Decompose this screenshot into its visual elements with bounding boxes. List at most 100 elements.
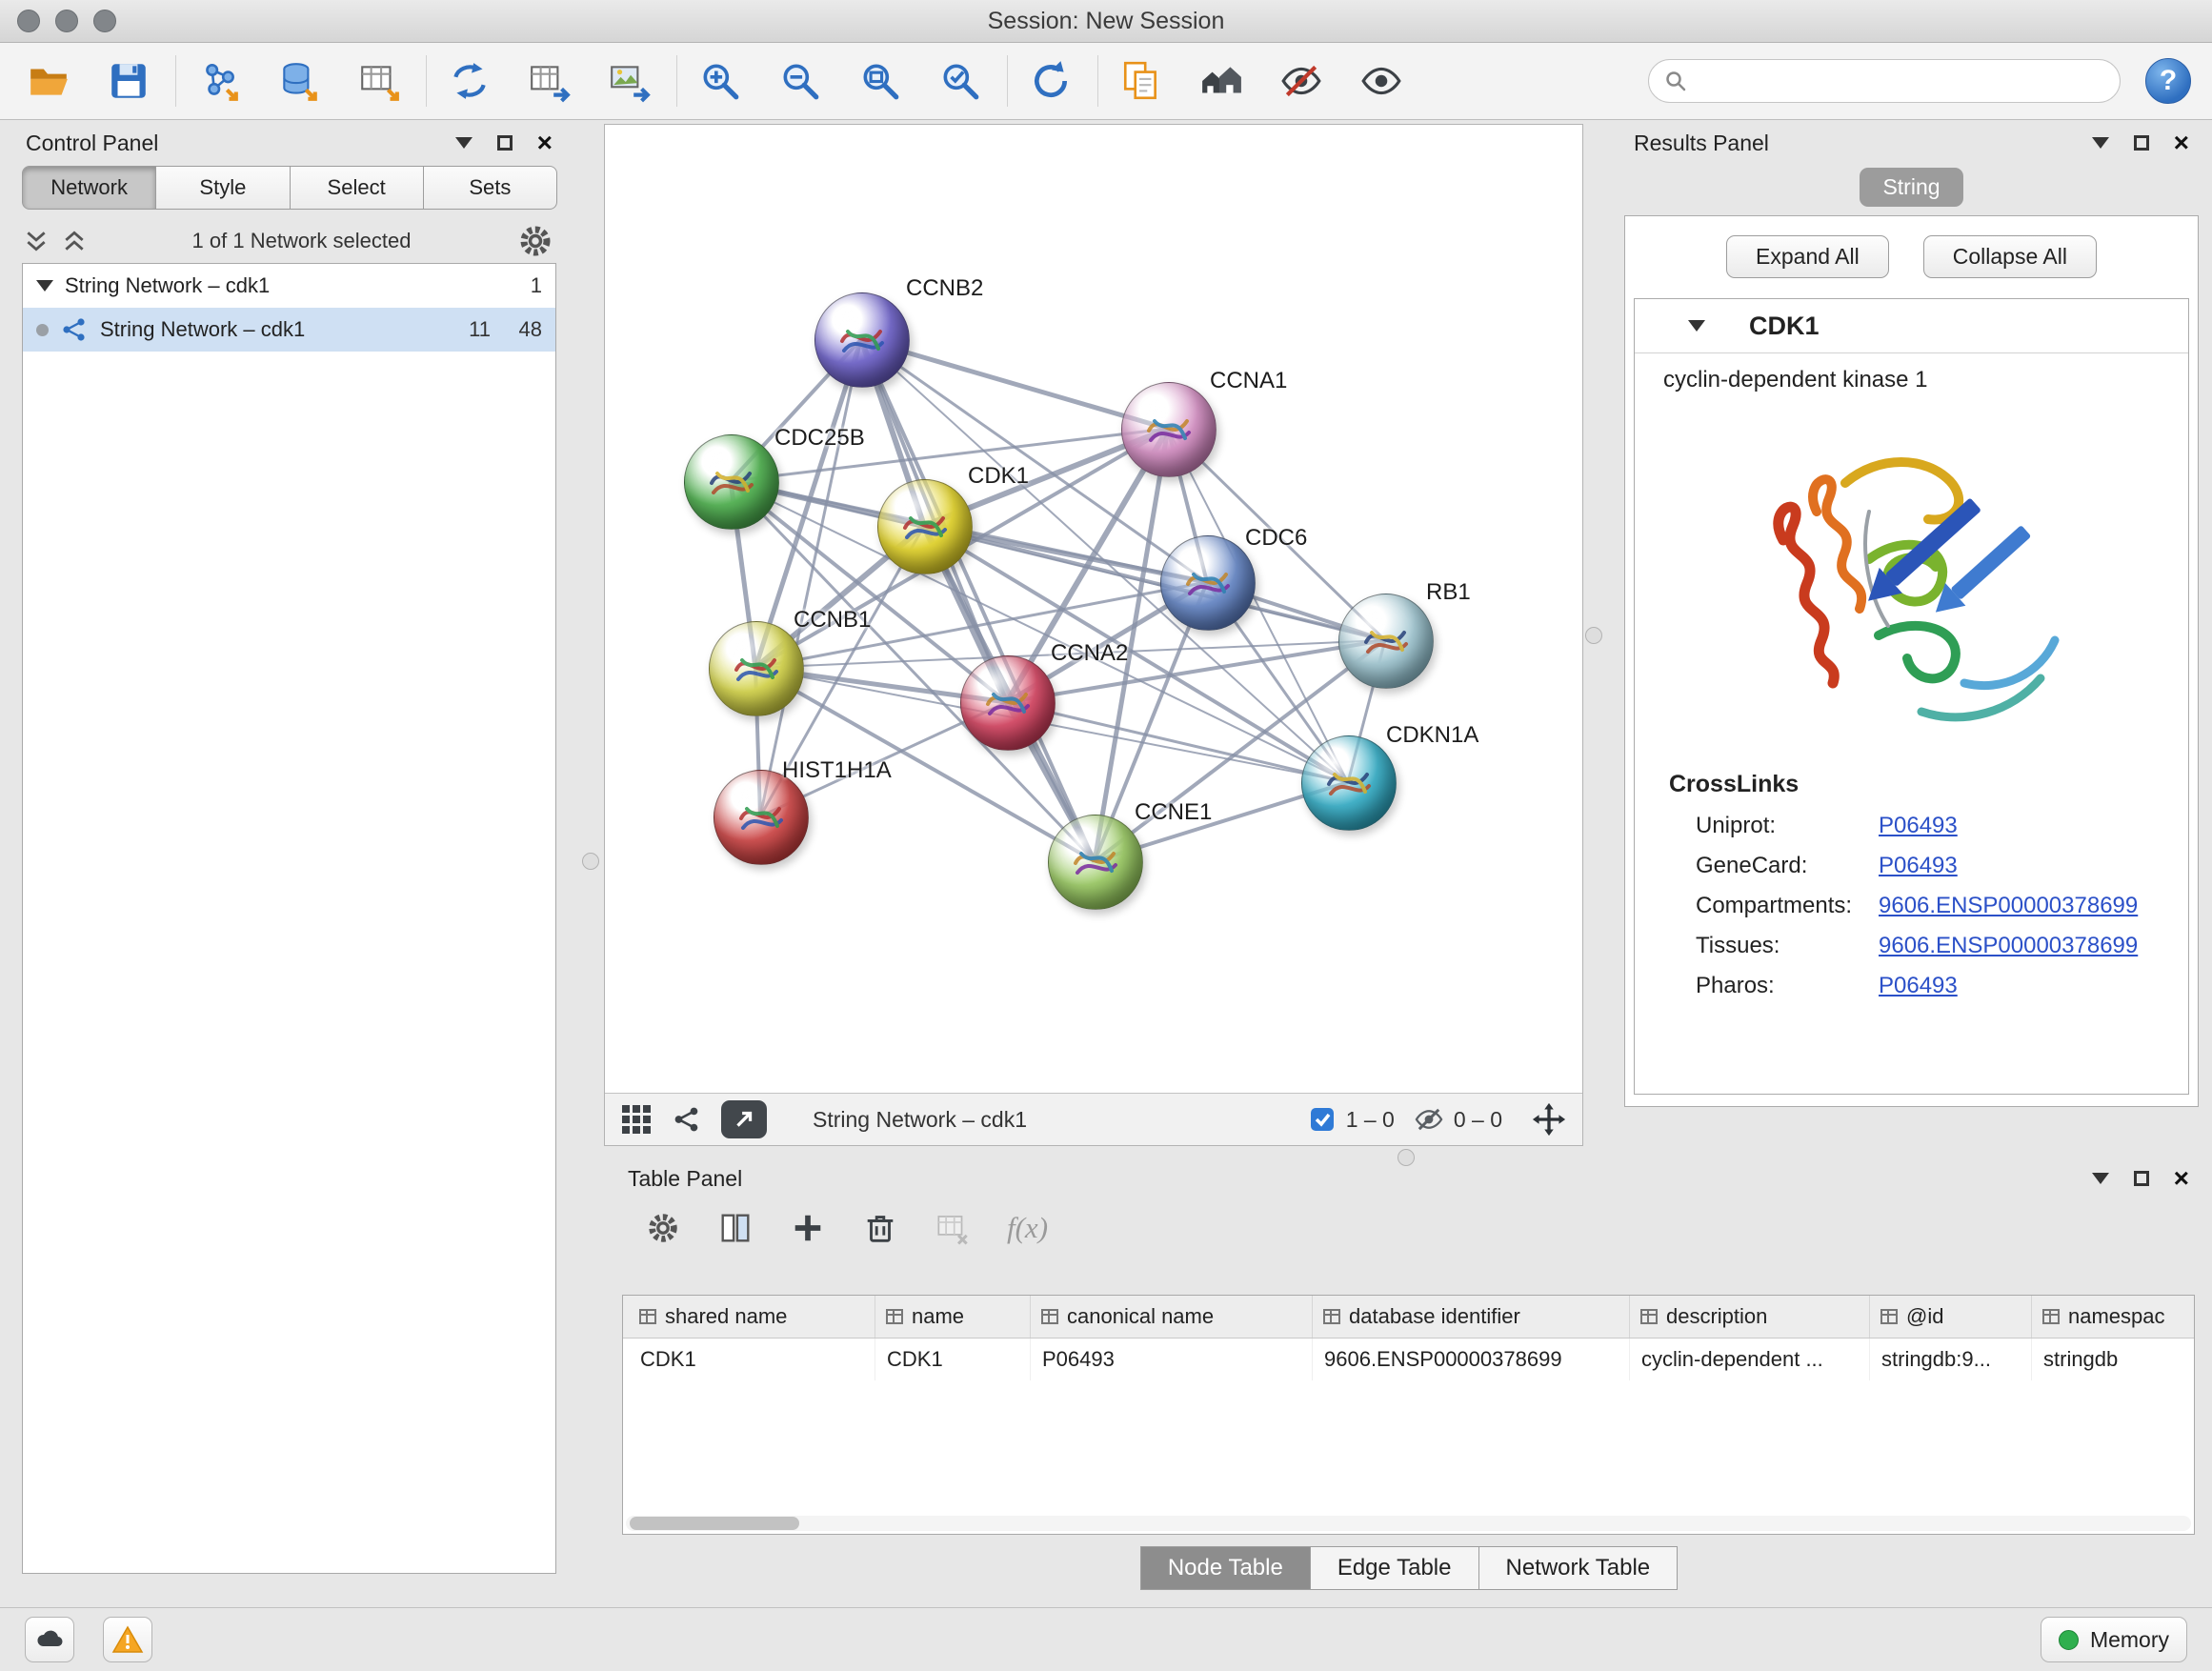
column-header-name[interactable]: name — [875, 1296, 1031, 1338]
network-collection-row[interactable]: String Network – cdk1 1 — [23, 264, 555, 308]
tab-string[interactable]: String — [1860, 168, 1962, 207]
network-node-ccna2[interactable] — [960, 655, 1056, 751]
help-icon[interactable]: ? — [2145, 58, 2191, 104]
network-edge[interactable] — [1007, 702, 1348, 782]
tab-node-table[interactable]: Node Table — [1140, 1546, 1311, 1590]
birds-eye-view-icon[interactable] — [620, 1103, 653, 1136]
splitter-handle[interactable] — [582, 853, 599, 870]
crosslink-link[interactable]: P06493 — [1879, 973, 1967, 999]
save-session-icon[interactable] — [101, 53, 156, 109]
collapse-all-button[interactable]: Collapse All — [1923, 235, 2097, 278]
network-edge[interactable] — [861, 339, 1095, 861]
add-column-icon[interactable] — [790, 1210, 826, 1246]
table-cell-namespac[interactable]: stringdb — [2032, 1339, 2195, 1380]
column-header-description[interactable]: description — [1630, 1296, 1870, 1338]
float-panel-icon[interactable] — [2134, 1171, 2149, 1186]
warnings-button[interactable] — [103, 1617, 152, 1662]
close-panel-icon[interactable]: × — [2174, 130, 2189, 156]
table-cell-canonical-name[interactable]: P06493 — [1031, 1339, 1313, 1380]
table-cell-name[interactable]: CDK1 — [875, 1339, 1031, 1380]
open-documentation-icon[interactable] — [1114, 53, 1169, 109]
expand-all-button[interactable]: Expand All — [1726, 235, 1889, 278]
network-node-hist1h1a[interactable] — [714, 770, 809, 865]
panel-menu-icon[interactable] — [2092, 1173, 2109, 1184]
column-header-id[interactable]: @id — [1870, 1296, 2032, 1338]
hide-graphics-details-icon[interactable] — [1274, 53, 1329, 109]
select-columns-icon[interactable] — [717, 1210, 754, 1246]
close-panel-icon[interactable]: × — [537, 130, 553, 156]
crosslink-link[interactable]: 9606.ENSP00000378699 — [1879, 933, 2147, 959]
close-window-button[interactable] — [17, 10, 40, 32]
tab-edge-table[interactable]: Edge Table — [1310, 1546, 1479, 1590]
horizontal-scrollbar[interactable] — [626, 1516, 2191, 1531]
table-cell-id[interactable]: stringdb:9... — [1870, 1339, 2032, 1380]
network-icon[interactable] — [672, 1104, 702, 1135]
export-image-icon[interactable] — [602, 53, 657, 109]
crosslink-link[interactable]: P06493 — [1879, 813, 1967, 839]
column-header-database-identifier[interactable]: database identifier — [1313, 1296, 1630, 1338]
memory-button[interactable]: Memory — [2041, 1617, 2187, 1662]
table-cell-database-identifier[interactable]: 9606.ENSP00000378699 — [1313, 1339, 1630, 1380]
column-header-shared-name[interactable]: shared name — [629, 1296, 875, 1338]
export-table-icon[interactable] — [522, 53, 577, 109]
import-network-database-icon[interactable] — [271, 53, 327, 109]
crosslink-link[interactable]: 9606.ENSP00000378699 — [1879, 893, 2147, 919]
panel-menu-icon[interactable] — [455, 137, 473, 149]
tab-network-table[interactable]: Network Table — [1478, 1546, 1679, 1590]
float-panel-icon[interactable] — [497, 135, 513, 151]
disclosure-triangle-icon[interactable] — [36, 280, 53, 292]
scrollbar-thumb[interactable] — [630, 1517, 799, 1530]
delete-column-icon[interactable] — [862, 1210, 898, 1246]
show-graphics-details-icon[interactable] — [1354, 53, 1409, 109]
cloud-button[interactable] — [25, 1617, 74, 1662]
selected-checkbox-icon[interactable] — [1308, 1105, 1337, 1134]
zoom-fit-content-icon[interactable] — [853, 53, 908, 109]
network-node-cdc6[interactable] — [1160, 535, 1256, 631]
zoom-in-icon[interactable] — [693, 53, 748, 109]
network-node-ccna1[interactable] — [1121, 382, 1217, 477]
column-header-namespac[interactable]: namespac — [2032, 1296, 2195, 1338]
column-header-canonical-name[interactable]: canonical name — [1031, 1296, 1313, 1338]
table-cell-description[interactable]: cyclin-dependent ... — [1630, 1339, 1870, 1380]
gene-section-header[interactable]: CDK1 — [1635, 299, 2188, 353]
import-table-file-icon[interactable] — [352, 53, 407, 109]
tab-network[interactable]: Network — [22, 166, 156, 210]
pan-crosshair-icon[interactable] — [1531, 1101, 1567, 1137]
network-node-ccne1[interactable] — [1048, 815, 1143, 910]
open-in-new-window-button[interactable] — [721, 1100, 767, 1138]
zoom-window-button[interactable] — [93, 10, 116, 32]
panel-menu-icon[interactable] — [2092, 137, 2109, 149]
refresh-view-icon[interactable] — [1023, 53, 1078, 109]
tab-sets[interactable]: Sets — [423, 166, 557, 210]
gear-icon[interactable] — [645, 1210, 681, 1246]
tab-select[interactable]: Select — [290, 166, 424, 210]
float-panel-icon[interactable] — [2134, 135, 2149, 151]
chevron-double-down-icon[interactable] — [24, 229, 49, 253]
zoom-selected-icon[interactable] — [933, 53, 988, 109]
minimize-window-button[interactable] — [55, 10, 78, 32]
close-panel-icon[interactable]: × — [2174, 1165, 2189, 1192]
chevron-double-up-icon[interactable] — [62, 229, 87, 253]
home-icon[interactable] — [1194, 53, 1249, 109]
network-node-cdkn1a[interactable] — [1301, 735, 1397, 831]
network-edge[interactable] — [760, 339, 861, 816]
network-node-ccnb2[interactable] — [814, 292, 910, 388]
function-builder-icon[interactable]: f(x) — [1007, 1211, 1048, 1245]
network-node-rb1[interactable] — [1338, 594, 1434, 689]
gear-icon[interactable] — [516, 222, 554, 260]
search-input[interactable] — [1697, 68, 2104, 94]
crosslink-link[interactable]: P06493 — [1879, 853, 1967, 879]
splitter-handle[interactable] — [1585, 627, 1602, 644]
hidden-eye-icon[interactable] — [1414, 1104, 1444, 1135]
network-node-cdc25b[interactable] — [684, 434, 779, 530]
zoom-out-icon[interactable] — [773, 53, 828, 109]
disclosure-triangle-icon[interactable] — [1688, 320, 1705, 332]
network-node-ccnb1[interactable] — [709, 621, 804, 716]
table-cell-shared-name[interactable]: CDK1 — [629, 1339, 875, 1380]
table-row[interactable]: CDK1CDK1P064939606.ENSP00000378699cyclin… — [623, 1339, 2194, 1380]
import-network-file-icon[interactable] — [191, 53, 247, 109]
network-row[interactable]: String Network – cdk1 11 48 — [23, 308, 555, 352]
tab-style[interactable]: Style — [155, 166, 290, 210]
open-session-icon[interactable] — [21, 53, 76, 109]
network-canvas[interactable]: CCNB2CCNA1CDC25BCDK1CDC6RB1CCNB1CCNA2CDK… — [605, 125, 1582, 1093]
